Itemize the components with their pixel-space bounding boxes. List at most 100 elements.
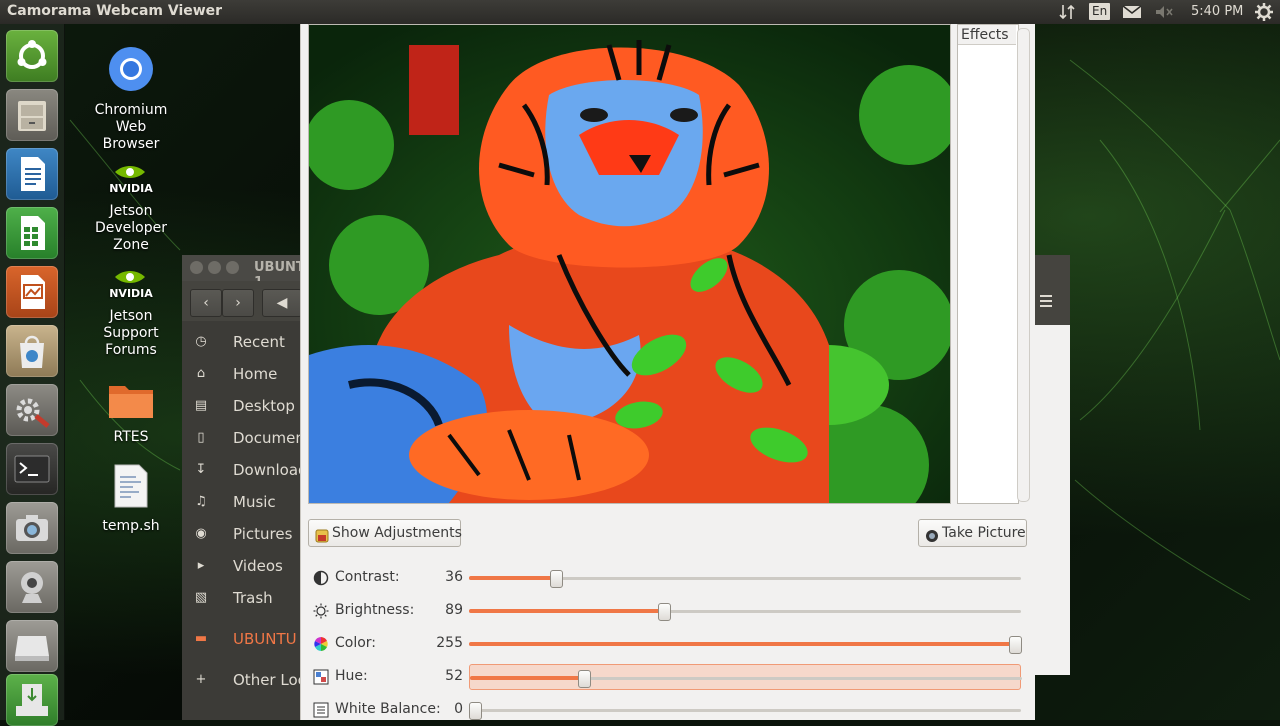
minimize-icon[interactable] [208,261,221,274]
hue-slider[interactable] [469,664,1022,690]
white-balance-row: White Balance: 0 [311,697,1023,723]
show-adjustments-button[interactable]: Show Adjustments [308,519,462,547]
usb-installer-icon[interactable] [6,674,58,726]
desktop-icon-jetson-support-forums[interactable]: NVIDIA Jetson Support Forums [81,267,181,359]
white-balance-icon [313,702,329,718]
hue-row: Hue: 52 [311,664,1023,690]
impress-presentation-icon[interactable] [6,266,58,318]
download-icon: ↧ [195,462,207,477]
clock[interactable]: 5:40 PM [1191,2,1243,22]
software-center-bag-icon[interactable] [6,325,58,377]
effects-scrollbar[interactable] [1017,28,1030,502]
drive-icon[interactable] [6,620,58,672]
webcam-icon[interactable] [6,561,58,613]
slider-fill [469,576,556,580]
webcam-frame-image [309,25,950,503]
desktop-icon-label: temp.sh [102,518,160,534]
file-manager-window: UBUNTU 1 ‹ › ◀ ◷Recent ⌂Home ▤Desktop ▯D… [182,255,352,720]
document-icon: ▯ [197,430,205,445]
writer-document-icon[interactable] [6,148,58,200]
slider-track [469,709,1021,712]
plus-icon: + [195,672,207,687]
sidebar-item-music[interactable]: ♫ Music [182,486,300,518]
forward-button[interactable]: › [222,289,254,317]
folder-icon [81,380,181,425]
terminal-icon[interactable] [6,443,58,495]
desktop-icon-rtes[interactable]: RTES [81,380,181,446]
brightness-row: Brightness: 89 [311,598,1023,624]
nvidia-wordmark: NVIDIA [109,182,153,194]
color-slider[interactable] [469,631,1022,657]
slider-fill [469,609,664,613]
brightness-slider[interactable] [469,598,1021,624]
camera-shutter-icon [925,526,939,542]
sidebar-item-videos[interactable]: ▸ Videos [182,550,300,582]
network-arrows-icon[interactable] [1058,2,1076,22]
close-icon[interactable] [190,261,203,274]
volume-muted-icon[interactable] [1154,2,1174,22]
menu-icon[interactable] [1034,255,1070,325]
app-title: Camorama Webcam Viewer [7,3,223,19]
sidebar-item-other-locations[interactable]: + Other Locations [182,664,352,696]
contrast-row: Contrast: 36 [311,565,1023,591]
desktop-icon-label: Jetson Developer Zone [94,203,167,253]
system-settings-icon[interactable] [6,384,58,436]
hue-icon [313,669,329,685]
trash-icon: ▧ [194,590,208,605]
slider-thumb[interactable] [658,603,671,621]
slider-thumb[interactable] [578,670,591,688]
sidebar-item-recent[interactable]: ◷ Recent [182,326,300,358]
camorama-window: Effects Show Adjustments Take Picture Co… [300,24,1035,720]
file-manager-sidebar: ◷ Recent ⌂ Home ▤ Desktop ▯ Documents ↧ Downl… [182,321,352,720]
script-file-icon [81,463,181,514]
file-cabinet-icon[interactable] [6,89,58,141]
slider-thumb[interactable] [1009,636,1022,654]
white-balance-slider[interactable] [469,697,1021,723]
desktop-icon-label: Chromium Web Browser [94,102,168,152]
video-icon: ▸ [197,558,205,573]
effects-list[interactable]: Effects [957,24,1019,504]
desktop-icon-label: Jetson Support Forums [103,308,159,358]
file-manager-titlebar: UBUNTU 1 [182,255,315,290]
keyboard-layout-indicator[interactable]: En [1089,3,1111,20]
sidebar-item-desktop[interactable]: ▤ Desktop [182,390,300,422]
music-icon: ♫ [195,494,207,509]
sidebar-item-documents[interactable]: ▯ Documents [182,422,318,454]
gear-icon[interactable] [1255,2,1273,22]
sidebar-item-ubuntu-drive[interactable]: ▬ UBUNTU 1 [182,623,311,655]
file-manager-toolbar: ‹ › ◀ [182,281,302,321]
slider-thumb[interactable] [550,570,563,588]
sidebar-item-home[interactable]: ⌂ Home [182,358,300,390]
drive-icon: ▬ [194,631,208,646]
desktop-icon-label: RTES [113,429,149,445]
slider-fill [470,676,584,680]
contrast-icon [313,570,329,586]
camera-icon[interactable] [6,502,58,554]
brightness-icon [313,603,329,619]
desktop-icon-jetson-developer-zone[interactable]: NVIDIA Jetson Developer Zone [81,162,181,254]
sidebar-item-pictures[interactable]: ◉ Pictures [182,518,300,550]
desktop-icon-temp-sh[interactable]: temp.sh [81,463,181,535]
path-bar[interactable]: ◀ [262,289,302,317]
camera-icon: ◉ [195,526,207,541]
adjustments-icon [315,526,329,543]
clock-icon: ◷ [195,334,207,349]
mail-icon[interactable] [1122,2,1142,22]
calc-spreadsheet-icon[interactable] [6,207,58,259]
nvidia-icon: NVIDIA [81,162,181,199]
contrast-slider[interactable] [469,565,1021,591]
sidebar-item-downloads[interactable]: ↧ Downloads [182,454,316,486]
chromium-icon [81,45,181,98]
desktop-icon-chromium[interactable]: Chromium Web Browser [81,45,181,153]
color-wheel-icon [313,636,329,652]
take-picture-button[interactable]: Take Picture [918,519,1027,547]
launcher [0,24,65,726]
slider-thumb[interactable] [469,702,482,720]
sidebar-item-trash[interactable]: ▧ Trash [182,582,300,614]
background-window [1034,255,1070,675]
maximize-icon[interactable] [226,261,239,274]
back-button[interactable]: ‹ [190,289,222,317]
nvidia-icon: NVIDIA [81,267,181,304]
ubuntu-logo-icon[interactable] [6,30,58,82]
slider-fill [469,642,1015,646]
